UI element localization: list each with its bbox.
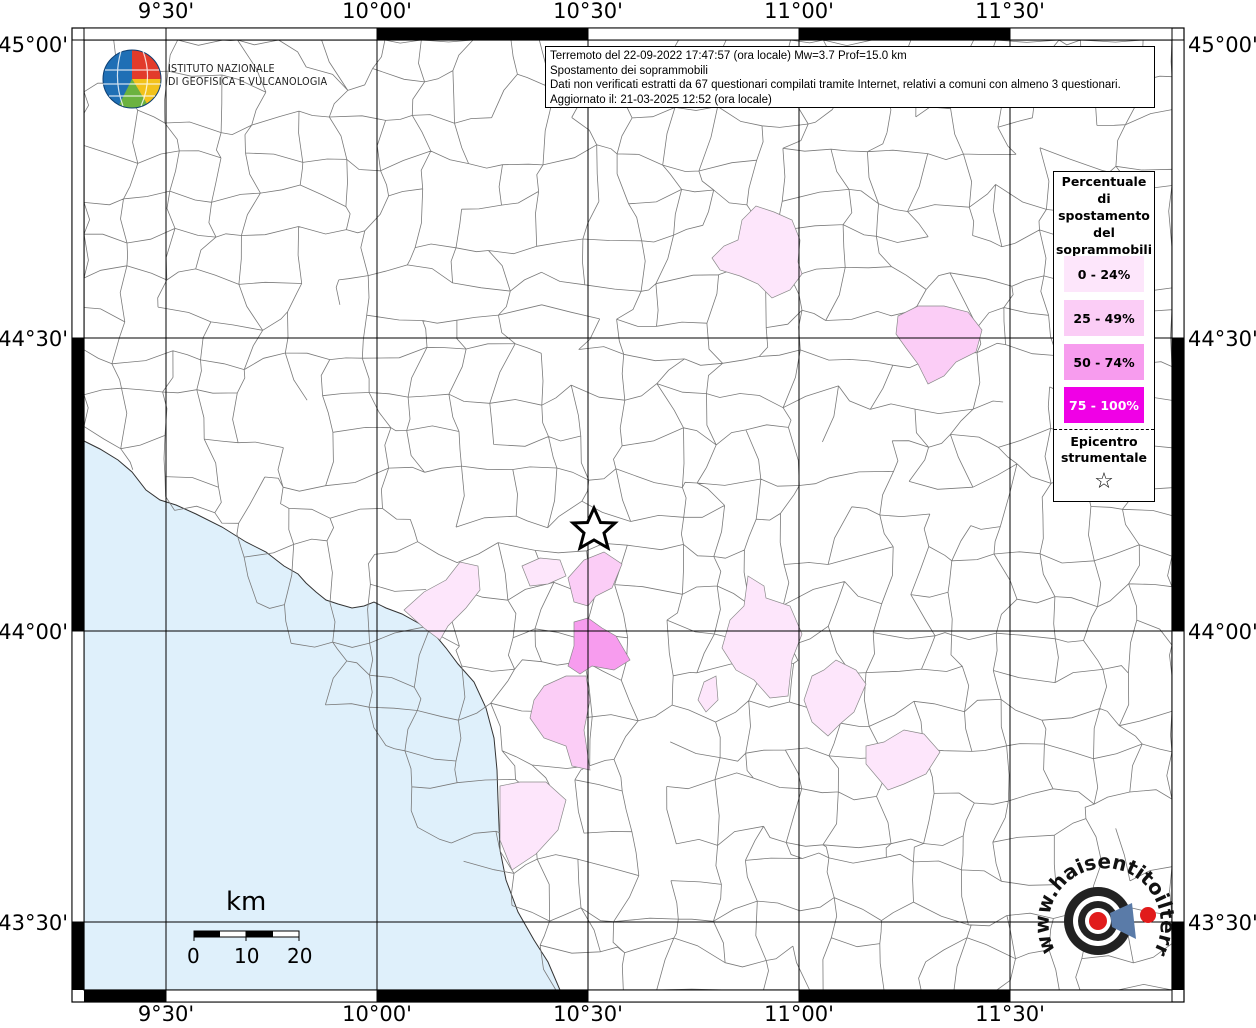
scale-tick-0: 0 [187, 944, 200, 968]
lon-label-bottom: 10°30' [553, 1002, 623, 1024]
lat-label-right: 44°00' [1188, 620, 1256, 644]
ingv-name-line1: ISTITUTO NAZIONALE [168, 63, 275, 75]
ingv-globe-icon [102, 49, 162, 109]
scale-tick-10: 10 [234, 944, 260, 968]
lon-label-bottom: 11°00' [764, 1002, 834, 1024]
lon-label-bottom: 9°30' [138, 1002, 194, 1024]
lat-label-right: 44°30' [1188, 327, 1256, 351]
ingv-name-line2: DI GEOFISICA E VULCANOLOGIA [168, 76, 328, 88]
lon-label-top: 11°00' [764, 0, 834, 23]
lat-label-left: 43°30' [0, 911, 68, 935]
lon-label-top: 10°30' [553, 0, 623, 23]
ingv-name: ISTITUTO NAZIONALE DI GEOFISICA E VULCAN… [168, 63, 327, 89]
event-title: Terremoto del 22-09-2022 17:47:57 (ora l… [550, 50, 907, 62]
legend-item-25-49: 25 - 49% [1064, 300, 1144, 336]
legend-title: Percentuale di spostamento del soprammob… [1055, 174, 1152, 257]
lon-label-top: 9°30' [138, 0, 194, 23]
lat-label-left: 44°30' [0, 327, 68, 351]
lat-label-right: 43°30' [1188, 911, 1256, 935]
lon-label-bottom: 11°30' [975, 1002, 1045, 1024]
legend-item-50-74: 50 - 74% [1064, 344, 1144, 380]
legend: Percentuale di spostamento del soprammob… [1053, 171, 1155, 502]
intensity-map: 9°30' 10°00' 10°30' 11°00' 11°30' 9°30' … [0, 0, 1256, 1026]
legend-star-icon: ☆ [1094, 469, 1114, 494]
data-note: Dati non verificati estratti da 67 quest… [550, 79, 1121, 91]
lat-label-left: 44°00' [0, 620, 68, 644]
lon-label-bottom: 10°00' [342, 1002, 412, 1024]
legend-epicenter-label: Epicentro strumentale [1060, 434, 1148, 465]
haisentito-watermark-icon: www.haisentitoilterremoto.it [1026, 836, 1180, 960]
haisentito-logo: www.haisentitoilterremoto.it [1026, 836, 1180, 995]
legend-divider [1054, 429, 1154, 430]
lat-label-left: 45°00' [0, 33, 68, 57]
map-subject: Spostamento dei soprammobili [550, 64, 708, 77]
scale-unit: km [226, 887, 267, 917]
legend-item-0-24: 0 - 24% [1064, 256, 1144, 292]
legend-item-75-100: 75 - 100% [1064, 387, 1144, 423]
lat-label-right: 45°00' [1188, 33, 1256, 57]
updated-timestamp: Aggiornato il: 21-03-2025 12:52 (ora loc… [550, 93, 772, 106]
lon-label-top: 11°30' [975, 0, 1045, 23]
event-info-box: Terremoto del 22-09-2022 17:47:57 (ora l… [545, 46, 1155, 108]
lon-label-top: 10°00' [342, 0, 412, 23]
scale-tick-20: 20 [287, 944, 313, 968]
